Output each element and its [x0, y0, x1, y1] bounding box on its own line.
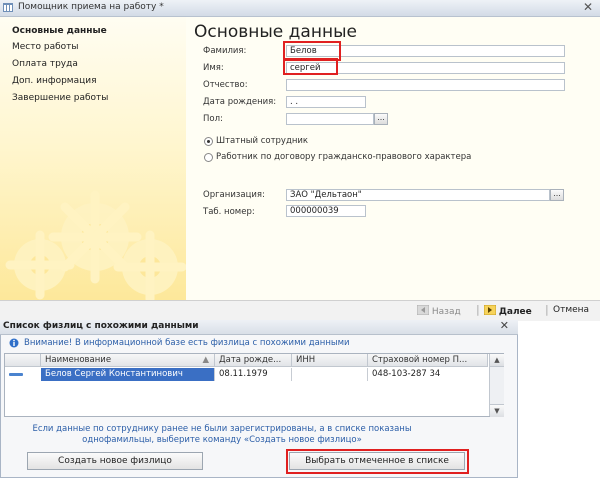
radio-contract[interactable]	[204, 153, 213, 162]
back-button-label: Назад	[431, 307, 461, 317]
scroll-up-icon[interactable]: ▲	[490, 354, 504, 367]
tabnum-field[interactable]: 000000039	[286, 205, 366, 217]
warning-text: Внимание! В информационной базе есть физ…	[24, 338, 350, 348]
patronymic-label: Отчество:	[203, 80, 248, 90]
nav-separator: |	[545, 303, 549, 316]
select-button-highlight	[286, 449, 469, 474]
column-header-name[interactable]: Наименование ▲	[41, 354, 215, 367]
table-cell-birthdate[interactable]: 08.11.1979	[215, 368, 292, 381]
dialog-close-icon[interactable]: ✕	[500, 319, 509, 332]
table-cell-inn[interactable]	[292, 368, 368, 381]
sidebar-item-finish[interactable]: Завершение работы	[12, 93, 108, 103]
sidebar: Основные данные Место работы Оплата труд…	[0, 17, 186, 300]
radio-staff[interactable]	[204, 137, 213, 146]
info-icon	[9, 338, 19, 348]
sidebar-item-extra-info[interactable]: Доп. информация	[12, 76, 97, 86]
sidebar-item-workplace[interactable]: Место работы	[12, 42, 79, 52]
organization-label: Организация:	[203, 190, 265, 200]
close-icon[interactable]: ✕	[583, 0, 593, 14]
sort-triangle-icon: ▲	[202, 355, 209, 365]
sidebar-item-salary[interactable]: Оплата труда	[12, 59, 78, 69]
create-person-button[interactable]: Создать новое физлицо	[27, 452, 203, 470]
table-cell-snils[interactable]: 048-103-287 34	[368, 368, 488, 381]
cancel-button[interactable]: Отмена	[553, 305, 589, 315]
birthdate-field[interactable]: . .	[286, 96, 366, 108]
column-header-icon	[5, 354, 41, 367]
lastname-label: Фамилия:	[203, 46, 247, 56]
sidebar-item-main-data[interactable]: Основные данные	[12, 26, 107, 36]
gender-label: Пол:	[203, 114, 223, 124]
patronymic-field[interactable]	[286, 79, 565, 91]
table-scrollbar[interactable]: ▲ ▼	[489, 354, 504, 417]
app-icon	[3, 3, 13, 12]
hint-line-1: Если данные по сотруднику ранее не были …	[32, 424, 412, 434]
hint-line-2: однофамильцы, выберите команду «Создать …	[82, 435, 362, 445]
tabnum-label: Таб. номер:	[203, 207, 255, 217]
organization-field[interactable]: ЗАО "Дельтаон"	[286, 189, 550, 201]
person-row-icon	[9, 373, 23, 376]
firstname-label: Имя:	[203, 63, 224, 73]
column-header-snils[interactable]: Страховой номер П...	[368, 354, 488, 367]
next-arrow-icon	[483, 304, 497, 316]
radio-contract-label: Работник по договору гражданско-правовог…	[216, 152, 472, 162]
wizard-navigation-bar: Назад | Далее | Отмена	[0, 300, 600, 321]
gender-pick-button[interactable]: ...	[374, 113, 388, 125]
nav-separator: |	[476, 303, 480, 316]
firstname-highlight	[283, 58, 338, 75]
window-title: Помощник приема на работу *	[18, 2, 164, 12]
radio-staff-label: Штатный сотрудник	[216, 136, 309, 146]
table-row[interactable]: Белов Сергей Константинович	[41, 368, 215, 381]
dialog-title: Список физлиц с похожими данными	[3, 321, 199, 331]
organization-pick-button[interactable]: ...	[550, 189, 564, 201]
birthdate-label: Дата рождения:	[203, 97, 277, 107]
column-header-inn[interactable]: ИНН	[292, 354, 368, 367]
next-button-label: Далее	[498, 307, 532, 317]
gear-watermark-icon	[5, 190, 186, 300]
dialog-titlebar: Список физлиц с похожими данными ✕	[0, 319, 518, 335]
column-header-name-label: Наименование	[45, 355, 112, 365]
window-titlebar: Помощник приема на работу * ✕	[0, 0, 600, 17]
back-arrow-icon	[416, 304, 430, 316]
scroll-down-icon[interactable]: ▼	[490, 404, 504, 417]
page-title: Основные данные	[194, 22, 357, 42]
next-button[interactable]: Далее	[483, 304, 532, 317]
back-button[interactable]: Назад	[416, 304, 461, 317]
column-header-birthdate[interactable]: Дата рожде...	[215, 354, 292, 367]
gender-field[interactable]	[286, 113, 374, 125]
